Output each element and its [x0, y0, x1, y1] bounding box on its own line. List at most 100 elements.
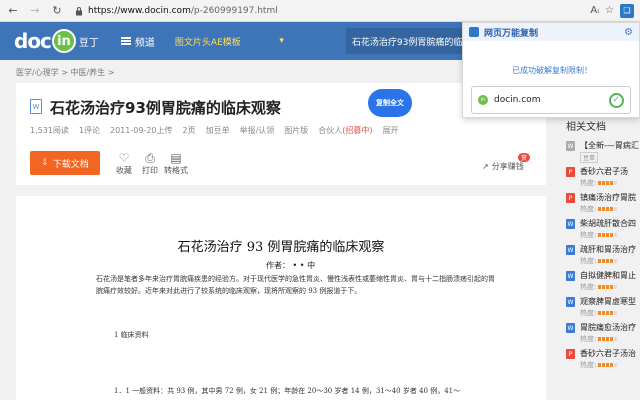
heat-bars: [598, 311, 618, 315]
page-title: 石花汤治疗93例胃脘痛的临床观察: [50, 99, 281, 117]
meta-comments[interactable]: 1评论: [79, 125, 100, 136]
meta-add-to-list[interactable]: 加豆单: [206, 125, 230, 136]
menu-icon: [120, 37, 131, 45]
meta-pages: 2页: [182, 126, 196, 135]
logo-text: doc: [14, 29, 52, 53]
related-doc-item[interactable]: W 观察脾胃虚寒型 热度:: [566, 295, 640, 321]
doc-type-icon: W: [566, 297, 575, 307]
refresh-icon[interactable]: ↻: [48, 2, 66, 20]
read-aloud-icon[interactable]: Aᵢ: [590, 5, 599, 16]
site-card[interactable]: in docin.com ✓: [471, 86, 631, 114]
download-icon: ⇩: [41, 158, 49, 168]
related-doc-title: 【全新-—胃病汇: [580, 141, 639, 150]
related-doc-title: 镇痛汤治疗胃脘: [580, 193, 636, 202]
doc-type-icon: W: [566, 219, 575, 229]
copy-all-button[interactable]: 复制全文: [368, 89, 412, 117]
logo-cn: 豆丁: [78, 37, 99, 49]
convert-button[interactable]: ▤ 转格式: [164, 151, 188, 176]
related-doc-item[interactable]: W 胃脘痛愈汤治疗 热度:: [566, 321, 640, 347]
related-doc-item[interactable]: W 疏肝和胃汤治疗 热度:: [566, 243, 640, 269]
site-favicon-icon: in: [478, 95, 488, 105]
related-doc-title: 疏肝和胃汤治疗: [580, 245, 636, 254]
heat-bars: [598, 207, 618, 211]
heat-label: 热度:: [580, 283, 597, 291]
meta-upload-date: 2011-09-20上传: [110, 126, 173, 135]
heat-label: 热度:: [580, 231, 597, 239]
meta-partner[interactable]: 合伙人(招募中): [318, 125, 372, 136]
print-button[interactable]: ⎙ 打印: [138, 151, 162, 176]
download-label: 下载文档: [52, 159, 89, 170]
heat-rating: 热度:: [580, 308, 618, 318]
related-doc-title: 香砂六君子汤治: [580, 349, 636, 358]
breadcrumb[interactable]: 医学/心理学 > 中医/养生 >: [16, 67, 114, 78]
url-host: https://www.docin.com: [88, 5, 191, 16]
favorite-button[interactable]: ♡ 收藏: [112, 151, 136, 176]
convert-icon: ▤: [170, 151, 182, 165]
sidebar-title: 相关文档: [566, 122, 606, 133]
heat-bars: [598, 181, 618, 185]
related-doc-title: 香砂六君子汤: [580, 167, 628, 176]
meta-image-version[interactable]: 图片版: [284, 125, 308, 136]
heat-rating: 热度:: [580, 230, 618, 240]
gear-icon[interactable]: ⚙: [624, 27, 633, 38]
related-doc-item[interactable]: P 香砂六君子汤治 热度:: [566, 347, 640, 373]
search-input[interactable]: 石花汤治疗93例胃脘痛的临床观察: [345, 28, 476, 54]
related-doc-item[interactable]: P 香砂六君子汤 热度:: [566, 165, 640, 191]
related-doc-title: 观察脾胃虚寒型: [580, 297, 636, 306]
share-button[interactable]: ↗ 分享赚钱: [482, 161, 524, 172]
related-doc-item[interactable]: W 柴胡疏肝散合四 热度:: [566, 217, 640, 243]
favorite-label: 收藏: [116, 166, 132, 175]
document-author: 作者： • • 中: [266, 261, 316, 270]
download-button[interactable]: ⇩ 下载文档: [30, 151, 100, 175]
favorite-star-icon[interactable]: ☆: [605, 5, 614, 16]
heat-label: 热度:: [580, 205, 597, 213]
related-doc-tag: 豆单: [580, 152, 599, 163]
related-doc-item[interactable]: W 自拟健脾和胃止 热度:: [566, 269, 640, 295]
heat-rating: 热度:: [580, 204, 618, 214]
popup-header: 网页万能复制 ⚙: [463, 23, 639, 41]
section-heading: 1 临床资料: [114, 331, 149, 339]
doc-type-icon: P: [566, 349, 575, 359]
document-page: 石花汤治疗 93 例胃脘痛的临床观察 作者： • • 中 石花汤是笔者多年来治疗…: [16, 196, 546, 400]
related-doc-item[interactable]: W 【全新-—胃病汇 豆单: [566, 139, 640, 165]
heat-label: 热度:: [580, 179, 597, 187]
section-paragraph: 1．1 一般资料：共 93 例，其中男 72 例，女 21 例；年龄在 20～3…: [114, 387, 461, 395]
heat-bars: [598, 285, 618, 289]
document-title: 石花汤治疗 93 例胃脘痛的临床观察: [177, 240, 385, 255]
check-circle-icon[interactable]: ✓: [609, 92, 624, 108]
heart-icon: ♡: [118, 151, 130, 165]
category-select[interactable]: 图文片头AE模板 ▾: [175, 31, 290, 51]
meta-expand[interactable]: 展开: [383, 125, 399, 136]
address-bar[interactable]: https://www.docin.com/p-260999197.html: [88, 6, 590, 16]
share-icon: ↗: [482, 162, 489, 171]
heat-label: 热度:: [580, 335, 597, 343]
related-doc-item[interactable]: P 镇痛汤治疗胃脘 热度:: [566, 191, 640, 217]
site-name: docin.com: [494, 95, 541, 105]
forward-arrow-icon[interactable]: →: [26, 2, 44, 20]
doc-type-icon: P: [566, 167, 575, 177]
convert-label: 转格式: [164, 166, 188, 175]
extension-logo-icon: [469, 27, 479, 37]
url-path: /p-260999197.html: [190, 5, 278, 16]
heat-rating: 热度:: [580, 178, 618, 188]
doc-type-icon: W: [566, 323, 575, 333]
heat-label: 热度:: [580, 361, 597, 369]
docin-logo[interactable]: doc in 豆丁: [14, 27, 99, 55]
meta-report[interactable]: 举报/认领: [240, 125, 275, 136]
doc-type-icon: W: [566, 245, 575, 255]
heat-label: 热度:: [580, 309, 597, 317]
related-doc-title: 胃脘痛愈汤治疗: [580, 323, 636, 332]
browser-toolbar: ← → ↻ https://www.docin.com/p-260999197.…: [0, 0, 640, 22]
doc-meta: 1,531阅读 1评论 2011-09-20上传 2页 加豆单 举报/认领 图片…: [30, 125, 399, 136]
popup-title: 网页万能复制: [484, 28, 539, 39]
extension-icon[interactable]: ❏: [620, 3, 634, 18]
word-doc-icon: W: [30, 99, 42, 114]
category-label: 图文片头AE模板: [174, 37, 241, 48]
related-doc-title: 自拟健脾和胃止: [580, 271, 636, 280]
channel-menu[interactable]: 频道: [120, 34, 155, 49]
meta-reads: 1,531阅读: [30, 126, 69, 135]
back-arrow-icon[interactable]: ←: [4, 2, 22, 20]
related-doc-title: 柴胡疏肝散合四: [580, 219, 636, 228]
heat-rating: 热度:: [580, 360, 618, 370]
heat-bars: [598, 363, 618, 367]
